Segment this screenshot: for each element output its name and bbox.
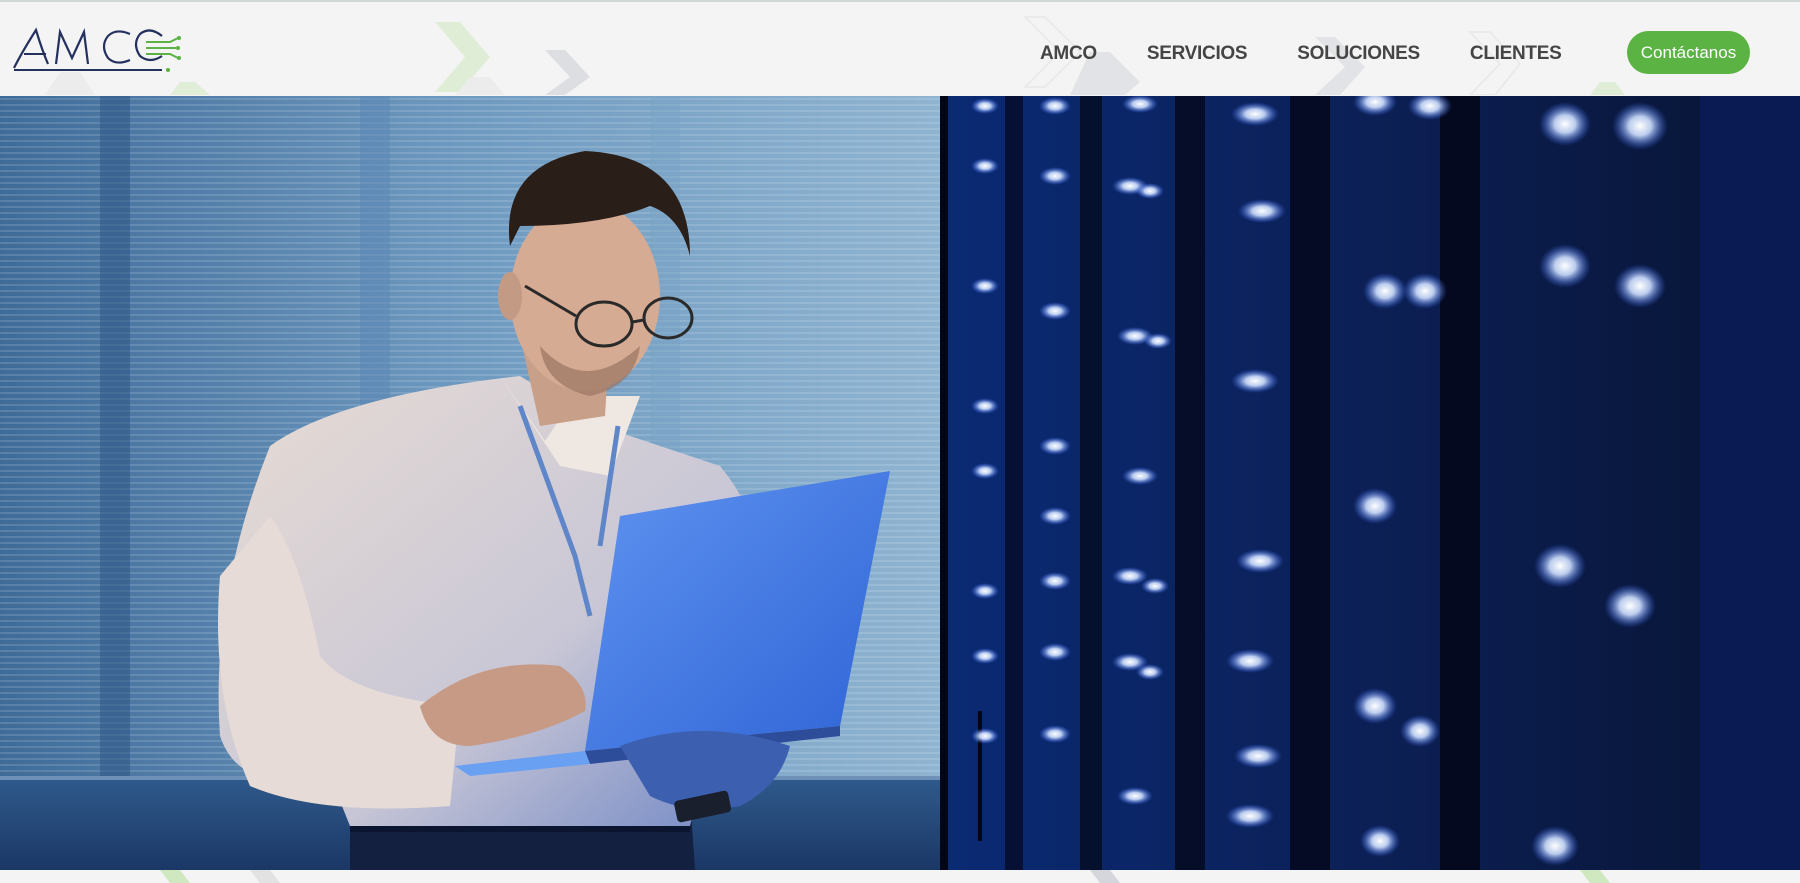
nav-item-servicios[interactable]: SERVICIOS [1147, 37, 1248, 65]
footer-chevron-pattern [160, 870, 1610, 883]
contact-button[interactable]: Contáctanos [1627, 31, 1750, 74]
nav-item-clientes[interactable]: CLIENTES [1470, 37, 1562, 65]
nav-item-amco[interactable]: AMCO [1040, 37, 1097, 65]
site-header: AMCO SERVICIOS SOLUCIONES CLIENTES Contá… [0, 2, 1800, 95]
nav-item-soluciones[interactable]: SOLUCIONES [1297, 37, 1420, 65]
amco-logo[interactable] [12, 22, 184, 74]
hero-banner [0, 96, 1800, 870]
footer-strip [0, 870, 1800, 883]
hero-photo [0, 96, 1800, 870]
amco-logo-mark [13, 27, 181, 72]
main-nav: AMCO SERVICIOS SOLUCIONES CLIENTES [1040, 4, 1562, 95]
